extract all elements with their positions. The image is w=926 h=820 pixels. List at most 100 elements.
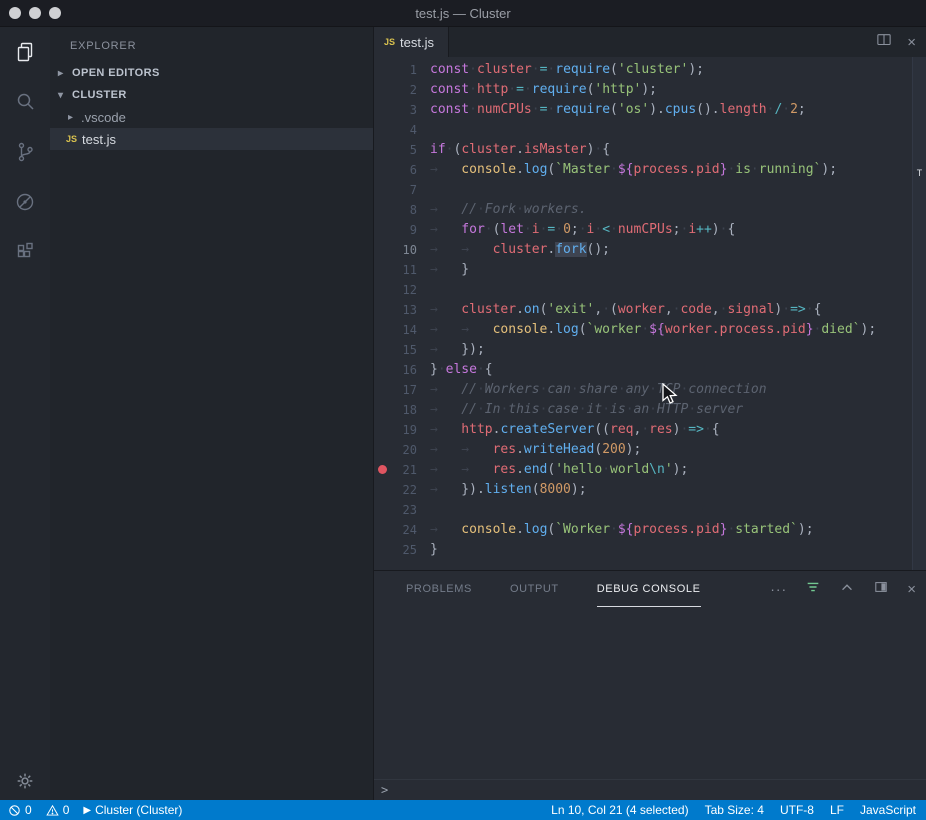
language-mode[interactable]: JavaScript	[860, 803, 916, 817]
breakpoint-gutter[interactable]	[374, 140, 390, 160]
code-editor[interactable]: 1const·cluster·=·require('cluster');2con…	[374, 57, 912, 570]
editor-tab-bar: JS test.js ×	[374, 27, 926, 57]
line-number: 7	[390, 180, 417, 200]
breakpoint-gutter[interactable]	[374, 240, 390, 260]
maximize-panel-icon[interactable]	[839, 579, 855, 600]
chevron-down-icon: ▾	[58, 90, 72, 101]
code-line[interactable]: 6→console.log(`Master·${process.pid}·is·…	[374, 160, 912, 180]
code-line[interactable]: 4	[374, 120, 912, 140]
javascript-file-icon: JS	[66, 134, 82, 144]
breakpoint-gutter[interactable]	[374, 440, 390, 460]
breakpoint-gutter[interactable]	[374, 120, 390, 140]
debug-launch-config[interactable]: ▶ Cluster (Cluster)	[83, 803, 182, 817]
close-editor-icon[interactable]: ×	[907, 35, 916, 50]
breakpoint-gutter[interactable]	[374, 280, 390, 300]
search-icon[interactable]	[0, 77, 50, 127]
code-line[interactable]: 24→console.log(`Worker·${process.pid}·st…	[374, 520, 912, 540]
code-line[interactable]: 1const·cluster·=·require('cluster');	[374, 60, 912, 80]
close-window-button[interactable]	[9, 7, 21, 19]
minimap-overview-ruler[interactable]: T	[912, 57, 926, 570]
breakpoint-gutter[interactable]	[374, 160, 390, 180]
filter-icon[interactable]	[805, 579, 821, 600]
code-line[interactable]: 7	[374, 180, 912, 200]
code-line[interactable]: 2const·http·=·require('http');	[374, 80, 912, 100]
eol-indicator[interactable]: LF	[830, 803, 844, 817]
code-line[interactable]: 10→→cluster.fork();	[374, 240, 912, 260]
split-editor-icon[interactable]	[875, 31, 893, 54]
section-cluster[interactable]: ▾ CLUSTER	[50, 84, 373, 106]
code-line[interactable]: 14→→console.log(`worker·${worker.process…	[374, 320, 912, 340]
code-line[interactable]: 5if·(cluster.isMaster)·{	[374, 140, 912, 160]
javascript-file-icon: JS	[384, 37, 395, 47]
breakpoint-gutter[interactable]	[374, 400, 390, 420]
cursor-position[interactable]: Ln 10, Col 21 (4 selected)	[551, 803, 688, 817]
code-line[interactable]: 18→//·In·this·case·it·is·an·HTTP·server	[374, 400, 912, 420]
breakpoint-gutter[interactable]	[374, 480, 390, 500]
explorer-icon[interactable]	[0, 27, 50, 77]
source-control-icon[interactable]	[0, 127, 50, 177]
code-line[interactable]: 9→for·(let·i·=·0;·i·<·numCPUs;·i++)·{	[374, 220, 912, 240]
tab-debug-console[interactable]: DEBUG CONSOLE	[597, 571, 701, 607]
breakpoint-gutter[interactable]	[374, 180, 390, 200]
section-label: CLUSTER	[72, 89, 127, 101]
panel-header: PROBLEMS OUTPUT DEBUG CONSOLE ···	[374, 571, 926, 607]
code-text: →console.log(`Master·${process.pid}·is·r…	[430, 160, 837, 180]
minimize-window-button[interactable]	[29, 7, 41, 19]
error-count[interactable]: 0	[8, 803, 32, 817]
debug-icon[interactable]	[0, 177, 50, 227]
code-line[interactable]: 22→}).listen(8000);	[374, 480, 912, 500]
extensions-icon[interactable]	[0, 227, 50, 277]
breakpoint-dot[interactable]	[374, 460, 390, 480]
breakpoint-gutter[interactable]	[374, 220, 390, 240]
breakpoint-gutter[interactable]	[374, 320, 390, 340]
tree-item-vscode-folder[interactable]: ▸ .vscode	[50, 106, 373, 128]
code-text: const·cluster·=·require('cluster');	[430, 60, 704, 80]
breakpoint-gutter[interactable]	[374, 340, 390, 360]
code-line[interactable]: 19→http.createServer((req,·res)·=>·{	[374, 420, 912, 440]
breakpoint-gutter[interactable]	[374, 100, 390, 120]
code-line[interactable]: 17→//·Workers·can·share·any·TCP·connecti…	[374, 380, 912, 400]
code-line[interactable]: 3const·numCPUs·=·require('os').cpus().le…	[374, 100, 912, 120]
tree-item-label: .vscode	[81, 110, 126, 125]
code-line[interactable]: 15→});	[374, 340, 912, 360]
breakpoint-gutter[interactable]	[374, 60, 390, 80]
tab-output[interactable]: OUTPUT	[510, 571, 559, 607]
code-line[interactable]: 8→//·Fork·workers.	[374, 200, 912, 220]
code-line[interactable]: 12	[374, 280, 912, 300]
settings-gear-icon[interactable]	[0, 770, 50, 792]
section-open-editors[interactable]: ▸ OPEN EDITORS	[50, 62, 373, 84]
line-number: 19	[390, 420, 417, 440]
code-line[interactable]: 25}	[374, 540, 912, 560]
breakpoint-gutter[interactable]	[374, 80, 390, 100]
breakpoint-gutter[interactable]	[374, 360, 390, 380]
code-line[interactable]: 11→}	[374, 260, 912, 280]
breakpoint-gutter[interactable]	[374, 540, 390, 560]
code-text: →→res.writeHead(200);	[430, 440, 641, 460]
tree-item-testjs-file[interactable]: JS test.js	[50, 128, 373, 150]
title-bar: test.js — Cluster	[0, 0, 926, 27]
tab-testjs[interactable]: JS test.js	[374, 27, 449, 57]
code-line[interactable]: 16}·else·{	[374, 360, 912, 380]
line-number: 20	[390, 440, 417, 460]
line-number: 16	[390, 360, 417, 380]
breakpoint-gutter[interactable]	[374, 260, 390, 280]
code-line[interactable]: 21→→res.end('hello·world\n');	[374, 460, 912, 480]
debug-console-input[interactable]: >	[374, 779, 926, 800]
encoding-indicator[interactable]: UTF-8	[780, 803, 814, 817]
breakpoint-gutter[interactable]	[374, 520, 390, 540]
code-line[interactable]: 23	[374, 500, 912, 520]
breakpoint-gutter[interactable]	[374, 500, 390, 520]
tab-size-indicator[interactable]: Tab Size: 4	[705, 803, 764, 817]
code-line[interactable]: 13→cluster.on('exit',·(worker,·code,·sig…	[374, 300, 912, 320]
warning-count[interactable]: 0	[46, 803, 70, 817]
breakpoint-gutter[interactable]	[374, 200, 390, 220]
breakpoint-gutter[interactable]	[374, 380, 390, 400]
zoom-window-button[interactable]	[49, 7, 61, 19]
more-actions-icon[interactable]: ···	[770, 581, 787, 597]
panel-layout-icon[interactable]	[873, 579, 889, 600]
breakpoint-gutter[interactable]	[374, 420, 390, 440]
breakpoint-gutter[interactable]	[374, 300, 390, 320]
close-panel-icon[interactable]: ×	[907, 582, 916, 597]
code-line[interactable]: 20 →→res.writeHead(200);	[374, 440, 912, 460]
tab-problems[interactable]: PROBLEMS	[406, 571, 472, 607]
